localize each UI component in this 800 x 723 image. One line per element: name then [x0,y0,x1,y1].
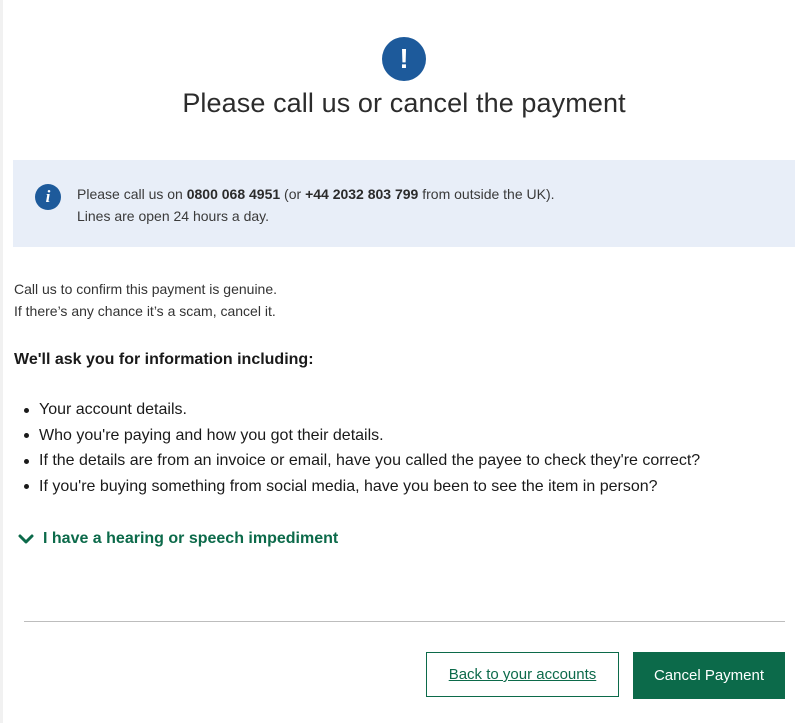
info-icon: i [35,184,61,210]
call-info-prefix: Please call us on [77,186,187,202]
call-info-middle: (or [280,186,306,202]
information-list: Your account details. Who you're paying … [14,397,700,499]
call-info-suffix: from outside the UK). [418,186,555,202]
call-info-text: Please call us on 0800 068 4951 (or +44 … [77,183,555,227]
international-phone-number: +44 2032 803 799 [305,186,419,202]
list-item: Your account details. [14,397,700,423]
information-heading: We'll ask you for information including: [14,351,314,368]
accordion-label: I have a hearing or speech impediment [43,530,339,547]
list-item: If you're buying something from social m… [14,474,700,500]
call-info-box: i Please call us on 0800 068 4951 (or +4… [13,160,795,247]
bullet-icon [24,484,29,489]
opening-hours-text: Lines are open 24 hours a day. [77,208,269,224]
list-item-text: Your account details. [39,401,187,418]
confirm-line-1: Call us to confirm this payment is genui… [14,281,278,297]
list-item-text: If you're buying something from social m… [39,477,658,495]
back-to-accounts-button[interactable]: Back to your accounts [426,652,619,697]
exclamation-alert-icon: ! [382,37,426,81]
list-item: If the details are from an invoice or em… [14,448,700,474]
payment-warning-page: ! Please call us or cancel the payment i… [0,0,800,723]
bullet-icon [24,407,29,413]
list-item: Who you're paying and how you got their … [14,423,700,449]
hearing-impediment-accordion[interactable]: I have a hearing or speech impediment [17,530,338,548]
divider [24,621,785,622]
chevron-down-icon [18,534,34,544]
confirm-payment-text: Call us to confirm this payment is genui… [14,278,277,322]
confirm-line-2: If there’s any chance it’s a scam, cance… [14,303,276,319]
page-title: Please call us or cancel the payment [182,88,626,118]
list-item-text: Who you're paying and how you got their … [39,426,384,444]
list-item-text: If the details are from an invoice or em… [39,452,701,469]
bullet-icon [24,458,29,464]
cancel-payment-button[interactable]: Cancel Payment [633,652,785,699]
uk-phone-number: 0800 068 4951 [186,186,281,202]
call-info-line-1: Please call us on 0800 068 4951 (or +44 … [77,183,555,205]
bullet-icon [24,433,29,438]
